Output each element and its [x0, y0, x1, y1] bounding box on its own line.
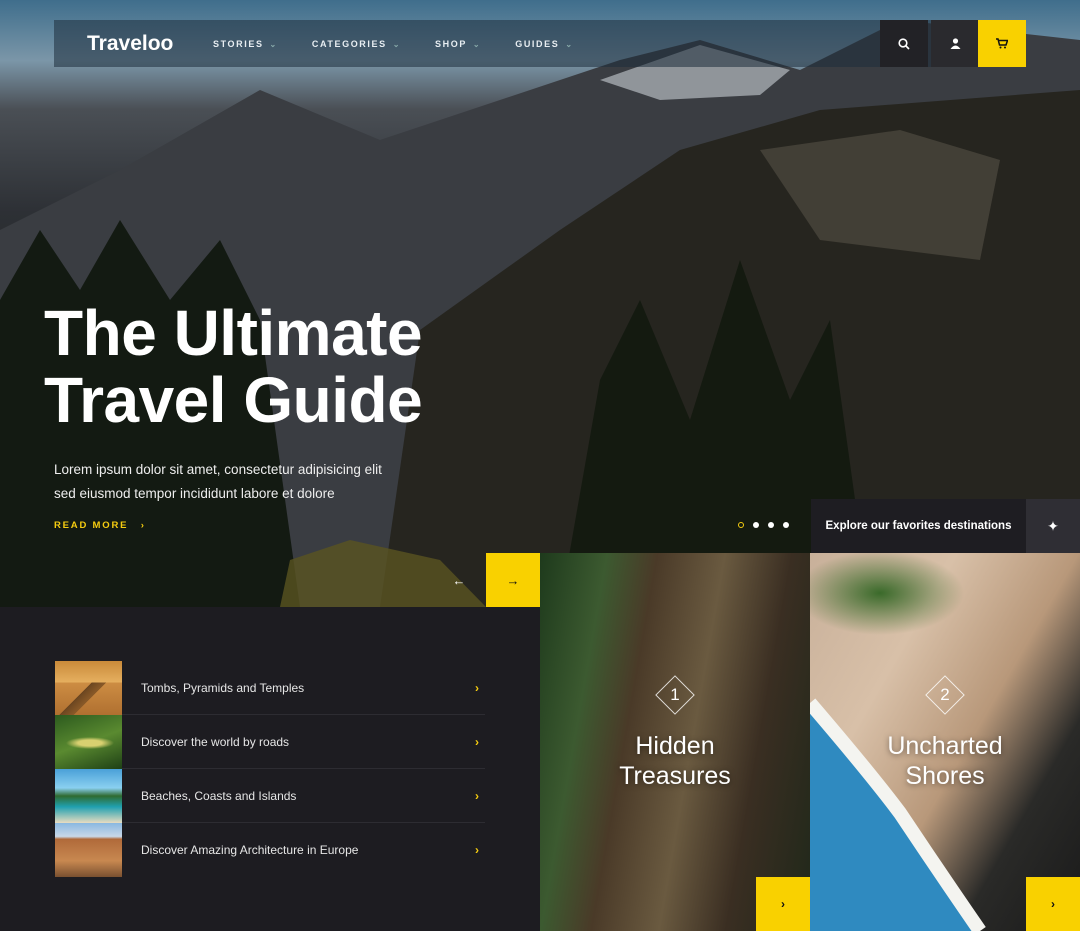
- menu-item-stories[interactable]: STORIES ⌄: [213, 39, 278, 49]
- slider-dots: [738, 522, 789, 528]
- card-title-line: Treasures: [619, 762, 731, 790]
- menu-label: SHOP: [435, 38, 467, 49]
- chevron-right-icon: ›: [475, 681, 479, 695]
- card-open-button[interactable]: ›: [756, 877, 810, 931]
- search-icon: [898, 37, 910, 50]
- chevron-right-icon: ›: [781, 897, 785, 911]
- list-item[interactable]: Tombs, Pyramids and Temples ›: [55, 661, 485, 715]
- list-item[interactable]: Discover Amazing Architecture in Europe ›: [55, 823, 485, 877]
- card-title: Uncharted Shores: [810, 731, 1080, 791]
- cart-icon: [996, 38, 1008, 49]
- list-item-label: Discover Amazing Architecture in Europe: [141, 843, 359, 857]
- compass-button[interactable]: ✦: [1026, 499, 1080, 553]
- list-item-label: Tombs, Pyramids and Temples: [141, 681, 305, 695]
- slider-dot[interactable]: [768, 522, 774, 528]
- architecture-thumbnail: [55, 823, 122, 877]
- account-button[interactable]: [931, 20, 979, 67]
- card-title-line: Shores: [905, 762, 985, 790]
- chevron-right-icon: ›: [475, 843, 479, 857]
- search-button[interactable]: [880, 20, 928, 67]
- arrow-left-icon: ←: [452, 572, 466, 588]
- cart-button[interactable]: [978, 20, 1026, 67]
- card-open-button[interactable]: ›: [1026, 877, 1080, 931]
- category-list: Tombs, Pyramids and Temples › Discover th…: [55, 661, 485, 877]
- arrow-right-icon: →: [506, 572, 520, 588]
- card-number: 1: [670, 685, 680, 704]
- slider-next-button[interactable]: →: [486, 553, 540, 607]
- beach-thumbnail: [55, 769, 122, 823]
- list-item-label: Beaches, Coasts and Islands: [141, 789, 297, 803]
- menu-label: GUIDES: [515, 38, 560, 49]
- road-thumbnail: [55, 715, 122, 769]
- top-navigation: Traveloo STORIES ⌄ CATEGORIES ⌄ SHOP ⌄ GUID…: [54, 20, 1026, 67]
- hero-description: Lorem ipsum dolor sit amet, consectetur …: [54, 462, 382, 501]
- destination-card[interactable]: 1 Hidden Treasures ›: [540, 553, 810, 931]
- card-title: Hidden Treasures: [540, 731, 810, 791]
- menu-item-shop[interactable]: SHOP ⌄: [435, 39, 481, 49]
- chevron-right-icon: ›: [1051, 897, 1055, 911]
- pyramid-thumbnail: [55, 661, 122, 715]
- chevron-down-icon: ⌄: [472, 39, 482, 49]
- chevron-down-icon: ⌄: [392, 39, 402, 49]
- list-item-label: Discover the world by roads: [141, 735, 290, 749]
- chevron-right-icon: ›: [475, 735, 479, 749]
- read-more-label: READ MORE: [54, 520, 129, 531]
- menu-label: STORIES: [213, 38, 264, 49]
- hero-title-line: The Ultimate: [44, 297, 423, 369]
- list-item[interactable]: Beaches, Coasts and Islands ›: [55, 769, 485, 823]
- chevron-down-icon: ⌄: [269, 39, 278, 49]
- read-more-link[interactable]: READ MORE ›: [54, 520, 146, 531]
- main-menu: STORIES ⌄ CATEGORIES ⌄ SHOP ⌄ GUIDES ⌄: [213, 39, 608, 49]
- card-title-line: Uncharted: [887, 732, 1003, 760]
- card-number: 2: [940, 685, 950, 704]
- explore-destinations-button[interactable]: Explore our favorites destinations: [811, 499, 1026, 553]
- slider-dot[interactable]: [753, 522, 759, 528]
- list-item[interactable]: Discover the world by roads ›: [55, 715, 485, 769]
- menu-item-categories[interactable]: CATEGORIES ⌄: [312, 39, 401, 49]
- slider-dot[interactable]: [738, 522, 744, 528]
- hero-title: The Ultimate Travel Guide: [44, 297, 423, 436]
- user-icon: [950, 38, 960, 49]
- card-title-line: Hidden: [635, 732, 715, 760]
- logo[interactable]: Traveloo: [87, 32, 213, 56]
- menu-item-guides[interactable]: GUIDES ⌄: [515, 39, 573, 49]
- compass-icon: ✦: [1047, 517, 1059, 534]
- destination-card[interactable]: 2 Uncharted Shores ›: [810, 553, 1080, 931]
- chevron-right-icon: ›: [140, 520, 146, 531]
- slider-dot[interactable]: [783, 522, 789, 528]
- hero-title-line: Travel Guide: [44, 364, 423, 436]
- slider-prev-button[interactable]: ←: [432, 553, 486, 607]
- chevron-right-icon: ›: [475, 789, 479, 803]
- menu-label: CATEGORIES: [311, 38, 387, 49]
- chevron-down-icon: ⌄: [565, 39, 574, 49]
